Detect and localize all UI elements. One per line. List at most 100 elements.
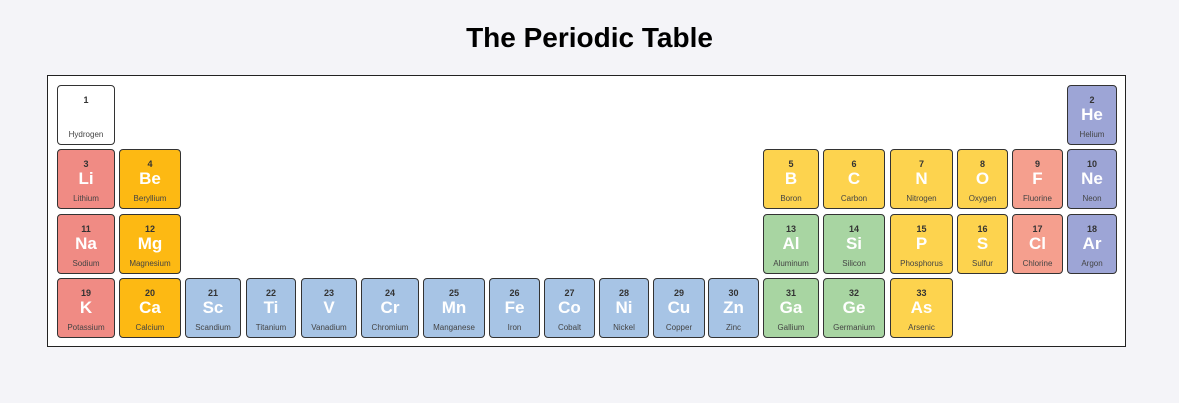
atomic-number: 6 bbox=[851, 159, 857, 169]
atomic-number: 7 bbox=[918, 159, 924, 169]
atomic-number: 28 bbox=[618, 288, 629, 298]
atomic-number: 18 bbox=[1086, 224, 1097, 234]
atomic-number: 1 bbox=[83, 95, 89, 105]
element-name: Argon bbox=[1081, 259, 1103, 268]
element-name: Sodium bbox=[72, 259, 100, 268]
element-name: Magnesium bbox=[129, 259, 171, 268]
element-symbol: Zn bbox=[723, 298, 744, 317]
atomic-number: 32 bbox=[848, 288, 859, 298]
element-symbol: Ge bbox=[842, 298, 866, 317]
element-symbol: Li bbox=[78, 169, 94, 188]
element-tile-31[interactable]: 31 Ga Gallium bbox=[763, 278, 819, 338]
element-symbol: Cl bbox=[1029, 234, 1046, 253]
element-symbol: C bbox=[847, 169, 861, 188]
element-name: Phosphorus bbox=[900, 259, 943, 268]
element-tile-32[interactable]: 32 Ge Germanium bbox=[823, 278, 885, 338]
element-symbol: Ni bbox=[615, 298, 633, 317]
element-symbol: Ar bbox=[1082, 234, 1102, 253]
element-symbol: Cu bbox=[667, 298, 691, 317]
element-tile-22[interactable]: 22 Ti Titanium bbox=[246, 278, 296, 338]
element-symbol: N bbox=[915, 169, 928, 188]
atomic-number: 22 bbox=[265, 288, 276, 298]
element-tile-19[interactable]: 19 K Potassium bbox=[57, 278, 115, 338]
atomic-number: 3 bbox=[83, 159, 89, 169]
atomic-number: 12 bbox=[144, 224, 155, 234]
element-tile-7[interactable]: 7 N Nitrogen bbox=[890, 149, 953, 209]
element-tile-6[interactable]: 6 C Carbon bbox=[823, 149, 885, 209]
element-name: Helium bbox=[1079, 130, 1105, 139]
element-tile-30[interactable]: 30 Zn Zinc bbox=[708, 278, 759, 338]
element-name: Titanium bbox=[255, 323, 287, 332]
element-name: Carbon bbox=[840, 194, 868, 203]
element-symbol: Ne bbox=[1081, 169, 1103, 188]
element-tile-15[interactable]: 15 P Phosphorus bbox=[890, 214, 953, 274]
element-name: Cobalt bbox=[557, 323, 582, 332]
element-tile-2[interactable]: 2 He Helium bbox=[1067, 85, 1117, 145]
atomic-number: 2 bbox=[1089, 95, 1095, 105]
element-symbol: B bbox=[784, 169, 798, 188]
element-name: Chromium bbox=[371, 323, 409, 332]
element-tile-5[interactable]: 5 B Boron bbox=[763, 149, 819, 209]
element-symbol: Na bbox=[75, 234, 97, 253]
element-symbol: He bbox=[1081, 105, 1103, 124]
element-tile-8[interactable]: 8 O Oxygen bbox=[957, 149, 1008, 209]
atomic-number: 19 bbox=[80, 288, 91, 298]
element-tile-9[interactable]: 9 F Fluorine bbox=[1012, 149, 1063, 209]
element-tile-20[interactable]: 20 Ca Calcium bbox=[119, 278, 181, 338]
element-tile-14[interactable]: 14 Si Silicon bbox=[823, 214, 885, 274]
element-tile-23[interactable]: 23 V Vanadium bbox=[301, 278, 357, 338]
element-name: Silicon bbox=[842, 259, 866, 268]
element-symbol: Cr bbox=[380, 298, 400, 317]
atomic-number: 21 bbox=[207, 288, 218, 298]
element-name: Boron bbox=[780, 194, 802, 203]
element-tile-4[interactable]: 4 Be Beryllium bbox=[119, 149, 181, 209]
element-tile-17[interactable]: 17 Cl Chlorine bbox=[1012, 214, 1063, 274]
element-symbol: Ga bbox=[779, 298, 803, 317]
element-tile-18[interactable]: 18 Ar Argon bbox=[1067, 214, 1117, 274]
element-name: Fluorine bbox=[1023, 194, 1052, 203]
element-tile-33[interactable]: 33 As Arsenic bbox=[890, 278, 953, 338]
element-tile-16[interactable]: 16 S Sulfur bbox=[957, 214, 1008, 274]
element-tile-27[interactable]: 27 Co Cobalt bbox=[544, 278, 595, 338]
element-tile-12[interactable]: 12 Mg Magnesium bbox=[119, 214, 181, 274]
element-symbol: Sc bbox=[202, 298, 224, 317]
element-tile-11[interactable]: 11 Na Sodium bbox=[57, 214, 115, 274]
element-name: Gallium bbox=[777, 323, 805, 332]
element-symbol: O bbox=[975, 169, 990, 188]
element-name: Chlorine bbox=[1022, 259, 1053, 268]
element-tile-28[interactable]: 28 Ni Nickel bbox=[599, 278, 649, 338]
atomic-number: 8 bbox=[979, 159, 985, 169]
element-name: Hydrogen bbox=[68, 130, 104, 139]
element-tile-26[interactable]: 26 Fe Iron bbox=[489, 278, 540, 338]
element-tile-10[interactable]: 10 Ne Neon bbox=[1067, 149, 1117, 209]
element-tile-3[interactable]: 3 Li Lithium bbox=[57, 149, 115, 209]
atomic-number: 10 bbox=[1086, 159, 1097, 169]
element-tile-29[interactable]: 29 Cu Copper bbox=[653, 278, 705, 338]
atomic-number: 16 bbox=[977, 224, 988, 234]
atomic-number: 25 bbox=[448, 288, 459, 298]
element-symbol: Be bbox=[139, 169, 161, 188]
element-symbol: Mn bbox=[441, 298, 467, 317]
element-symbol: Co bbox=[558, 298, 581, 317]
atomic-number: 15 bbox=[916, 224, 927, 234]
page-title: The Periodic Table bbox=[466, 22, 713, 53]
atomic-number: 9 bbox=[1034, 159, 1040, 169]
element-name: Aluminum bbox=[773, 259, 809, 268]
element-tile-1[interactable]: 1 Hydrogen bbox=[57, 85, 115, 145]
element-symbol: P bbox=[915, 234, 928, 253]
atomic-number: 29 bbox=[673, 288, 684, 298]
element-name: Copper bbox=[665, 323, 693, 332]
atomic-number: 31 bbox=[785, 288, 796, 298]
element-tile-21[interactable]: 21 Sc Scandium bbox=[185, 278, 241, 338]
element-symbol: As bbox=[910, 298, 933, 317]
element-tile-13[interactable]: 13 Al Aluminum bbox=[763, 214, 819, 274]
element-symbol: Mg bbox=[137, 234, 163, 253]
periodic-table: 1 Hydrogen 2 He Helium 3 Li Lithium 4 Be… bbox=[47, 75, 1126, 347]
element-name: Iron bbox=[507, 323, 522, 332]
element-symbol: F bbox=[1032, 169, 1043, 188]
element-name: Beryllium bbox=[133, 194, 167, 203]
element-symbol: Fe bbox=[504, 298, 525, 317]
element-tile-24[interactable]: 24 Cr Chromium bbox=[361, 278, 419, 338]
element-symbol: Si bbox=[845, 234, 863, 253]
element-tile-25[interactable]: 25 Mn Manganese bbox=[423, 278, 485, 338]
